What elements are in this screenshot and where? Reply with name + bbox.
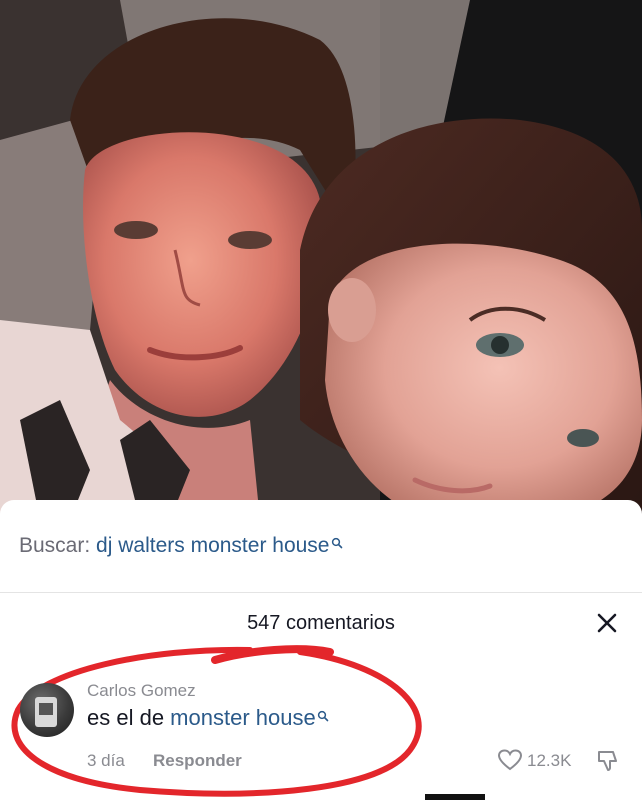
search-query[interactable]: dj walters monster house <box>96 534 329 557</box>
search-icon <box>317 702 329 728</box>
post-photo <box>0 0 642 520</box>
photo-illustration <box>0 0 642 520</box>
search-icon <box>331 531 343 555</box>
heart-icon[interactable] <box>497 749 523 771</box>
comment-text-prefix: es el de <box>87 705 171 730</box>
dislike-icon[interactable] <box>596 749 620 773</box>
search-prefix: Buscar: <box>19 534 91 557</box>
home-indicator <box>425 794 485 800</box>
avatar[interactable] <box>20 683 74 737</box>
search-suggestion-bar[interactable]: Buscar: dj walters monster house <box>0 500 642 593</box>
comment-timestamp: 3 día <box>87 751 125 770</box>
search-suggestion[interactable]: Buscar: dj walters monster house <box>19 534 343 558</box>
comment-search-link[interactable]: monster house <box>170 705 316 730</box>
like-count: 12.3K <box>527 751 572 770</box>
reply-button[interactable]: Responder <box>153 751 242 771</box>
avatar-shirt-print <box>39 703 53 715</box>
comment-text: es el de monster house <box>87 705 329 731</box>
comment-author[interactable]: Carlos Gomez <box>87 681 196 701</box>
